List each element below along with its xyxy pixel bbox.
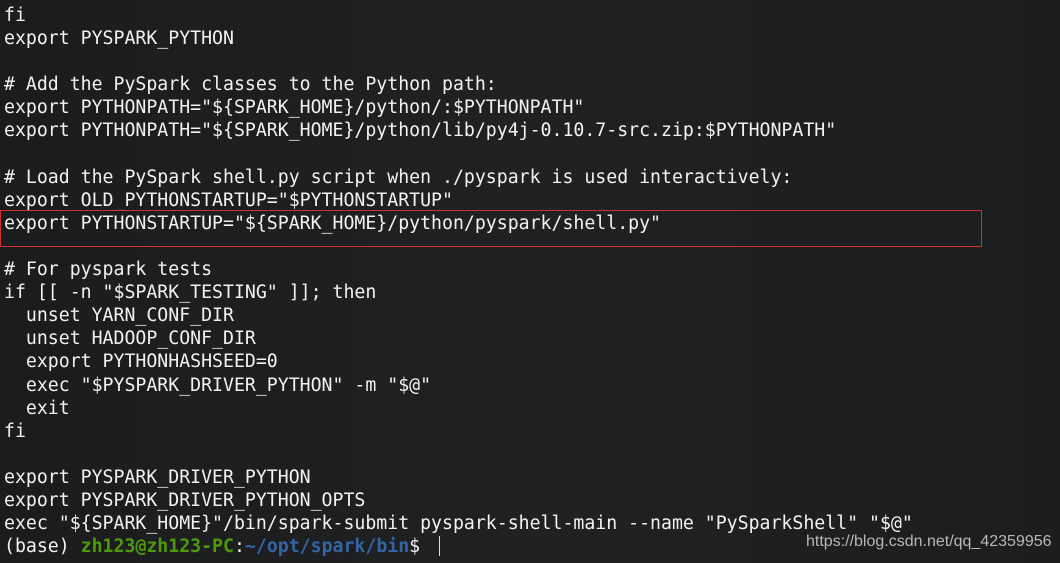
terminal-line: # Load the PySpark shell.py script when … — [4, 166, 793, 188]
terminal-line: export PYTHONHASHSEED=0 — [4, 351, 278, 373]
terminal-line: export PYSPARK_DRIVER_PYTHON — [4, 466, 311, 488]
terminal-line: export PYTHONPATH="${SPARK_HOME}/python/… — [4, 97, 585, 119]
terminal-line: exec "$PYSPARK_DRIVER_PYTHON" -m "$@" — [4, 374, 432, 396]
terminal-line: exit — [4, 397, 70, 419]
prompt-env: (base) — [4, 536, 81, 558]
prompt-user-host: zh123@zh123-PC — [80, 536, 234, 558]
terminal-line: # Add the PySpark classes to the Python … — [4, 74, 497, 96]
terminal-line: export PYSPARK_PYTHON — [4, 28, 234, 50]
terminal-line: export PYTHONPATH="${SPARK_HOME}/python/… — [4, 120, 837, 142]
terminal-line: export OLD_PYTHONSTARTUP="$PYTHONSTARTUP… — [4, 189, 453, 211]
terminal-line: fi — [4, 420, 26, 442]
terminal-line: fi — [4, 5, 26, 26]
shell-prompt[interactable]: (base) zh123@zh123-PC:~/opt/spark/bin$ — [4, 535, 913, 558]
prompt-path: ~/opt/spark/bin — [244, 536, 410, 558]
terminal-line: exec "${SPARK_HOME}"/bin/spark-submit py… — [4, 513, 913, 535]
highlight-box — [0, 210, 982, 247]
watermark: https://blog.csdn.net/qq_42359956 — [806, 533, 1052, 550]
terminal-line: # For pyspark tests — [4, 259, 213, 281]
terminal-line: export PYSPARK_DRIVER_PYTHON_OPTS — [4, 489, 366, 511]
prompt-separator: : — [233, 536, 245, 558]
prompt-symbol: $ — [409, 536, 432, 558]
text-cursor — [439, 536, 441, 557]
terminal-line: unset YARN_CONF_DIR — [4, 305, 234, 327]
terminal-output: fi export PYSPARK_PYTHON # Add the PySpark… — [4, 4, 913, 558]
terminal-line: unset HADOOP_CONF_DIR — [4, 328, 256, 350]
terminal-window[interactable]: fi export PYSPARK_PYTHON # Add the PySpark… — [0, 0, 1060, 563]
terminal-line: if [[ -n "$SPARK_TESTING" ]]; then — [4, 282, 377, 304]
